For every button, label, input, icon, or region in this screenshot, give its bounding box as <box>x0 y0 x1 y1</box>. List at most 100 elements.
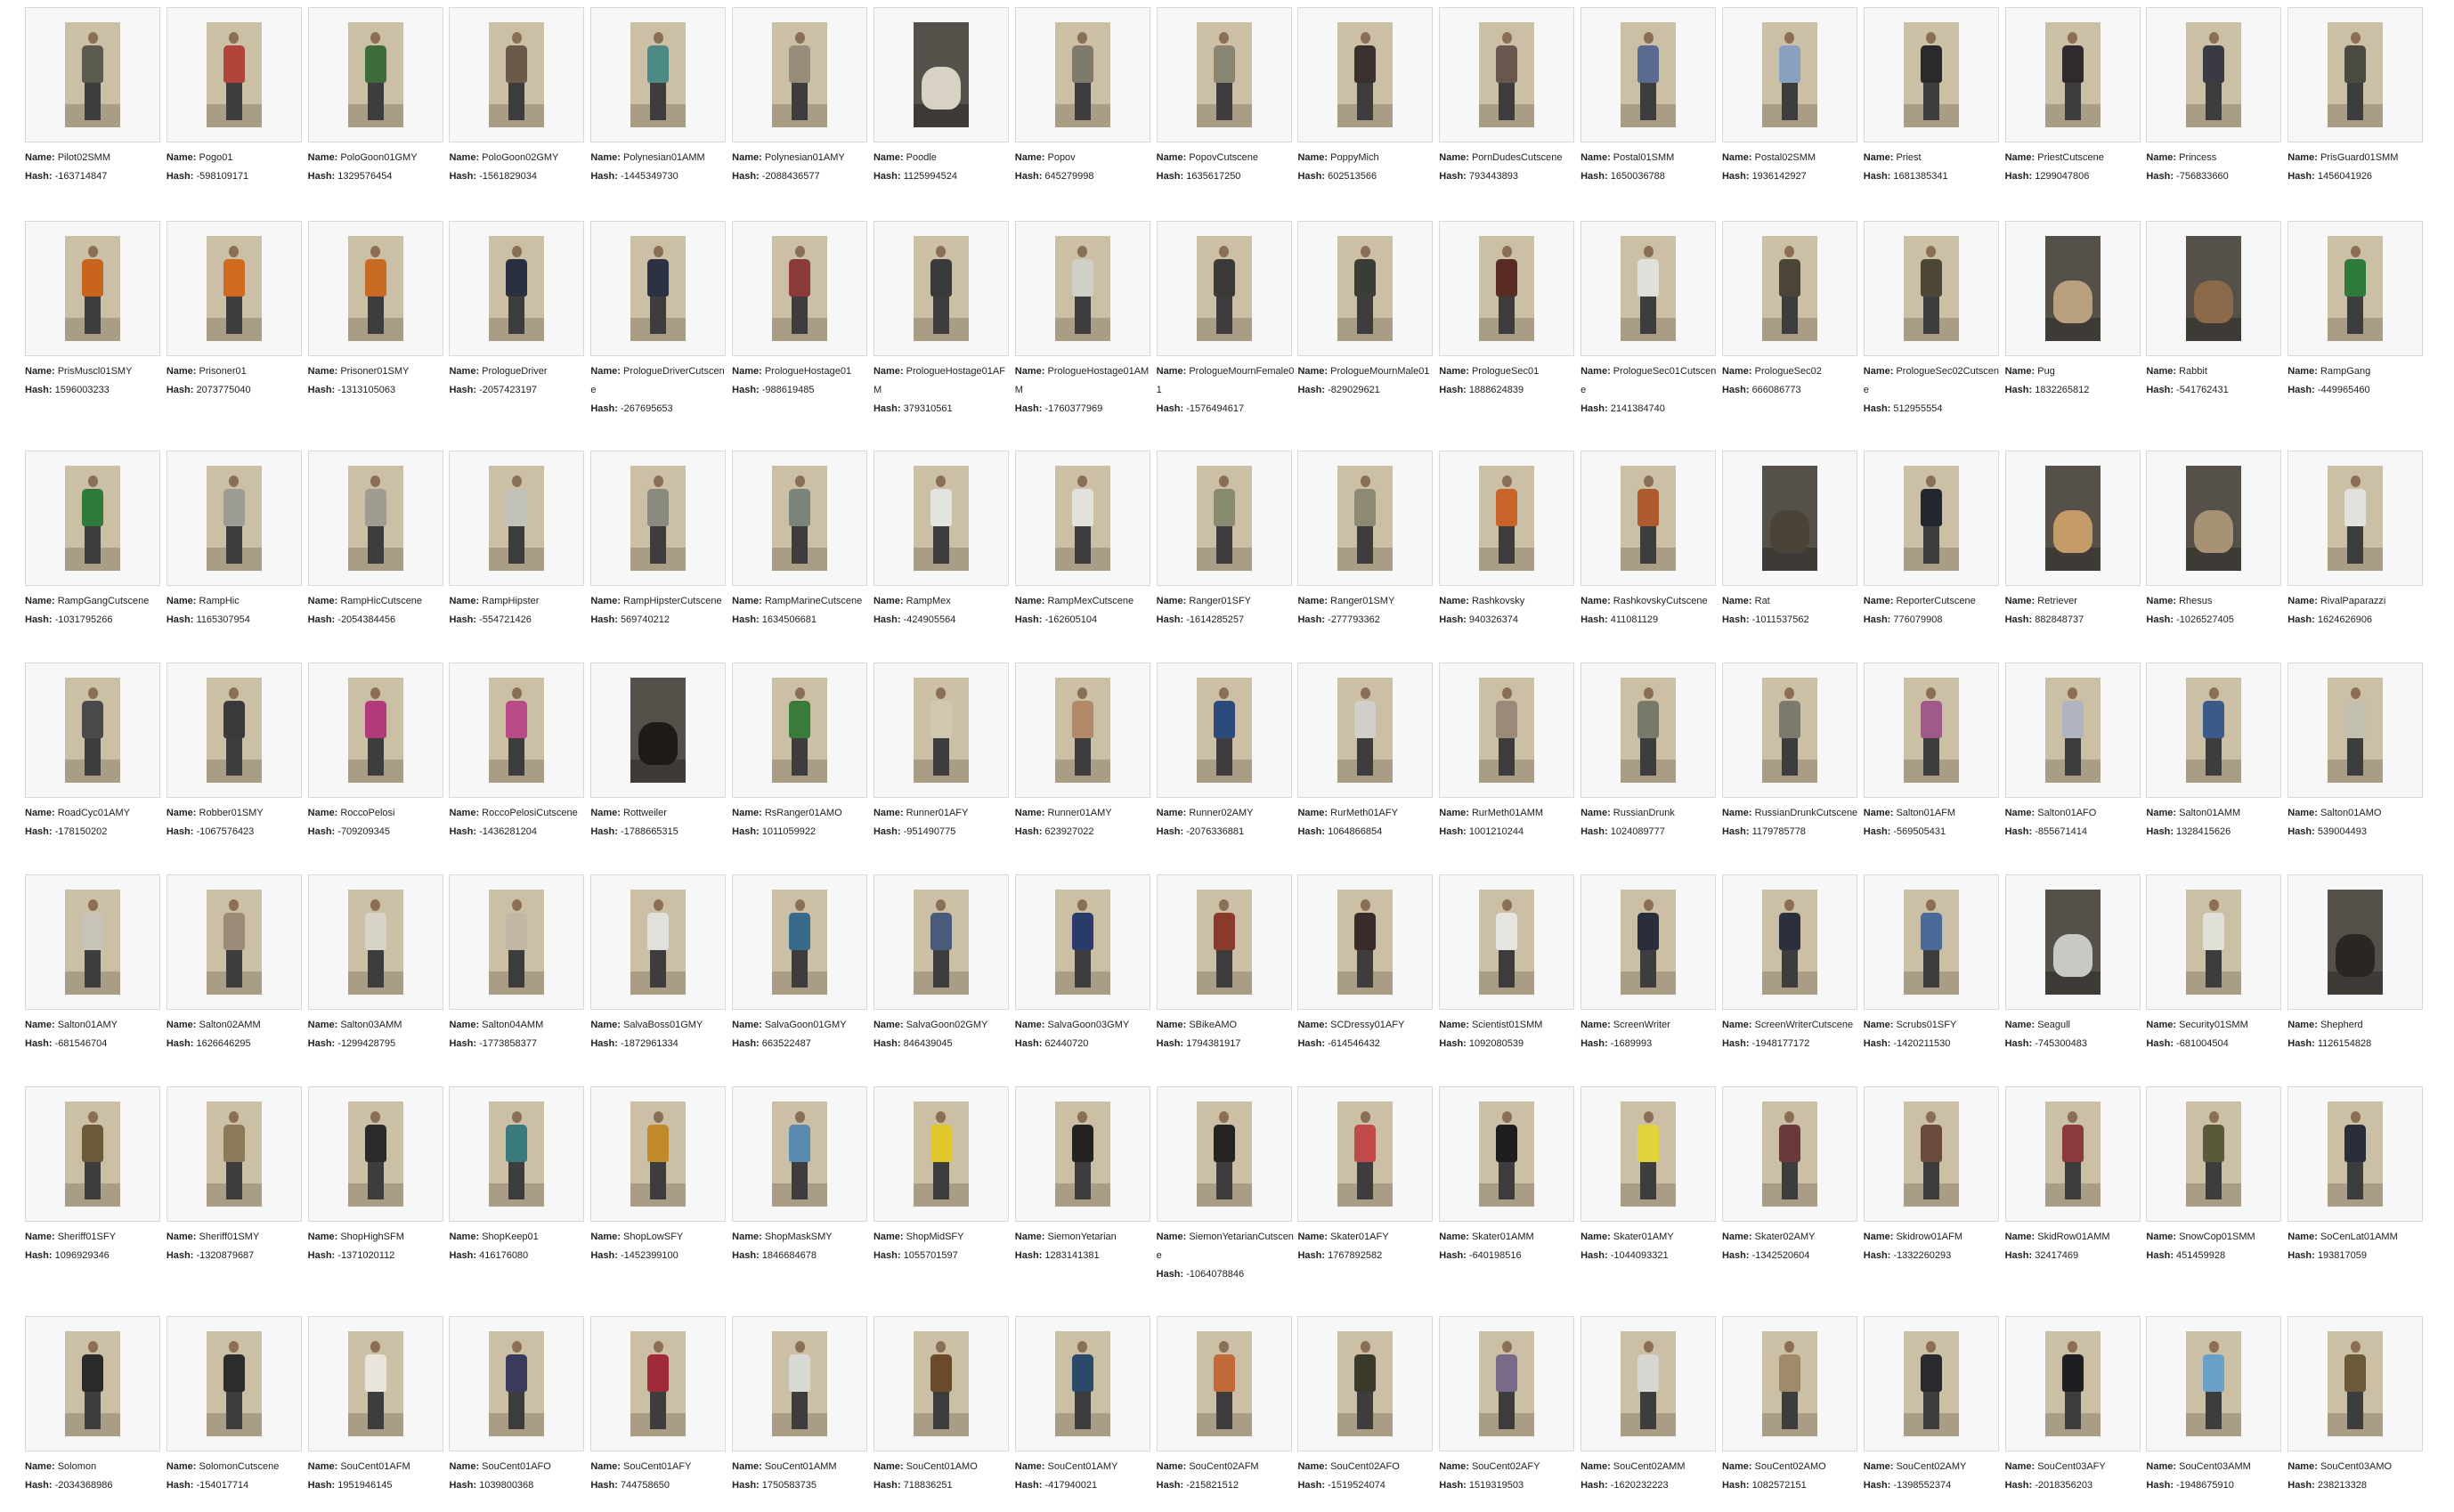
ped-thumbnail[interactable] <box>1863 874 1999 1010</box>
ped-thumbnail[interactable] <box>873 7 1009 142</box>
ped-thumbnail[interactable] <box>873 1086 1009 1222</box>
ped-thumbnail[interactable] <box>2004 663 2141 798</box>
ped-thumbnail[interactable] <box>166 1316 302 1451</box>
ped-thumbnail[interactable] <box>873 221 1009 356</box>
ped-thumbnail[interactable] <box>2146 1086 2282 1222</box>
ped-thumbnail[interactable] <box>1439 221 1575 356</box>
ped-thumbnail[interactable] <box>732 221 868 356</box>
ped-thumbnail[interactable] <box>1156 221 1292 356</box>
ped-thumbnail[interactable] <box>1439 874 1575 1010</box>
ped-thumbnail[interactable] <box>1156 663 1292 798</box>
ped-thumbnail[interactable] <box>2004 1316 2141 1451</box>
ped-thumbnail[interactable] <box>2287 7 2424 142</box>
ped-thumbnail[interactable] <box>732 663 868 798</box>
ped-thumbnail[interactable] <box>25 663 160 798</box>
ped-thumbnail[interactable] <box>25 874 160 1010</box>
ped-thumbnail[interactable] <box>1580 1086 1717 1222</box>
ped-thumbnail[interactable] <box>732 1316 868 1451</box>
ped-thumbnail[interactable] <box>1156 7 1292 142</box>
ped-thumbnail[interactable] <box>732 7 868 142</box>
ped-thumbnail[interactable] <box>2146 451 2282 586</box>
ped-thumbnail[interactable] <box>307 1086 443 1222</box>
ped-thumbnail[interactable] <box>1863 221 1999 356</box>
ped-thumbnail[interactable] <box>873 874 1009 1010</box>
ped-thumbnail[interactable] <box>2004 221 2141 356</box>
ped-thumbnail[interactable] <box>2004 874 2141 1010</box>
ped-thumbnail[interactable] <box>2287 874 2424 1010</box>
ped-thumbnail[interactable] <box>449 874 585 1010</box>
ped-thumbnail[interactable] <box>1297 7 1434 142</box>
ped-thumbnail[interactable] <box>2004 451 2141 586</box>
ped-thumbnail[interactable] <box>1863 1086 1999 1222</box>
ped-thumbnail[interactable] <box>590 7 727 142</box>
ped-thumbnail[interactable] <box>1297 1086 1434 1222</box>
ped-thumbnail[interactable] <box>1297 1316 1434 1451</box>
ped-thumbnail[interactable] <box>1439 7 1575 142</box>
ped-thumbnail[interactable] <box>1297 663 1434 798</box>
ped-thumbnail[interactable] <box>1863 451 1999 586</box>
ped-thumbnail[interactable] <box>307 874 443 1010</box>
ped-thumbnail[interactable] <box>873 663 1009 798</box>
ped-thumbnail[interactable] <box>25 221 160 356</box>
ped-thumbnail[interactable] <box>1156 451 1292 586</box>
ped-thumbnail[interactable] <box>307 221 443 356</box>
ped-thumbnail[interactable] <box>1863 663 1999 798</box>
ped-thumbnail[interactable] <box>449 451 585 586</box>
ped-thumbnail[interactable] <box>1863 7 1999 142</box>
ped-thumbnail[interactable] <box>25 7 160 142</box>
ped-thumbnail[interactable] <box>1721 1086 1857 1222</box>
ped-thumbnail[interactable] <box>1156 874 1292 1010</box>
ped-thumbnail[interactable] <box>2004 1086 2141 1222</box>
ped-thumbnail[interactable] <box>590 221 727 356</box>
ped-thumbnail[interactable] <box>2287 451 2424 586</box>
ped-thumbnail[interactable] <box>1439 451 1575 586</box>
ped-thumbnail[interactable] <box>1439 1086 1575 1222</box>
ped-thumbnail[interactable] <box>1014 451 1150 586</box>
ped-thumbnail[interactable] <box>449 1316 585 1451</box>
ped-thumbnail[interactable] <box>166 663 302 798</box>
ped-thumbnail[interactable] <box>1580 451 1717 586</box>
ped-thumbnail[interactable] <box>1297 874 1434 1010</box>
ped-thumbnail[interactable] <box>166 1086 302 1222</box>
ped-thumbnail[interactable] <box>1721 451 1857 586</box>
ped-thumbnail[interactable] <box>2146 663 2282 798</box>
ped-thumbnail[interactable] <box>166 7 302 142</box>
ped-thumbnail[interactable] <box>732 1086 868 1222</box>
ped-thumbnail[interactable] <box>449 7 585 142</box>
ped-thumbnail[interactable] <box>166 874 302 1010</box>
ped-thumbnail[interactable] <box>1297 451 1434 586</box>
ped-thumbnail[interactable] <box>449 221 585 356</box>
ped-thumbnail[interactable] <box>307 663 443 798</box>
ped-thumbnail[interactable] <box>873 451 1009 586</box>
ped-thumbnail[interactable] <box>1721 663 1857 798</box>
ped-thumbnail[interactable] <box>2287 1086 2424 1222</box>
ped-thumbnail[interactable] <box>25 1086 160 1222</box>
ped-thumbnail[interactable] <box>2287 663 2424 798</box>
ped-thumbnail[interactable] <box>1014 7 1150 142</box>
ped-thumbnail[interactable] <box>732 874 868 1010</box>
ped-thumbnail[interactable] <box>1156 1086 1292 1222</box>
ped-thumbnail[interactable] <box>590 1086 727 1222</box>
ped-thumbnail[interactable] <box>1580 221 1717 356</box>
ped-thumbnail[interactable] <box>166 451 302 586</box>
ped-thumbnail[interactable] <box>1580 663 1717 798</box>
ped-thumbnail[interactable] <box>1297 221 1434 356</box>
ped-thumbnail[interactable] <box>307 7 443 142</box>
ped-thumbnail[interactable] <box>1721 1316 1857 1451</box>
ped-thumbnail[interactable] <box>2004 7 2141 142</box>
ped-thumbnail[interactable] <box>2287 1316 2424 1451</box>
ped-thumbnail[interactable] <box>166 221 302 356</box>
ped-thumbnail[interactable] <box>1580 7 1717 142</box>
ped-thumbnail[interactable] <box>1156 1316 1292 1451</box>
ped-thumbnail[interactable] <box>1439 1316 1575 1451</box>
ped-thumbnail[interactable] <box>25 451 160 586</box>
ped-thumbnail[interactable] <box>25 1316 160 1451</box>
ped-thumbnail[interactable] <box>590 874 727 1010</box>
ped-thumbnail[interactable] <box>1014 663 1150 798</box>
ped-thumbnail[interactable] <box>2287 221 2424 356</box>
ped-thumbnail[interactable] <box>873 1316 1009 1451</box>
ped-thumbnail[interactable] <box>732 451 868 586</box>
ped-thumbnail[interactable] <box>449 1086 585 1222</box>
ped-thumbnail[interactable] <box>590 663 727 798</box>
ped-thumbnail[interactable] <box>307 451 443 586</box>
